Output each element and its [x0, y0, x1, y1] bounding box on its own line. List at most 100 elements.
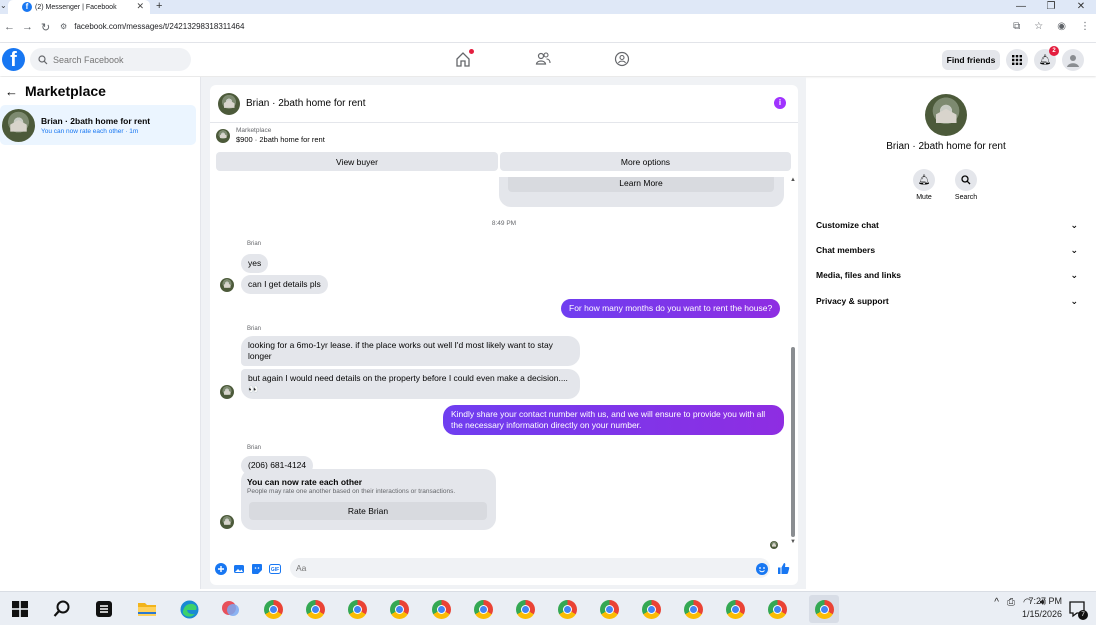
- more-options-button[interactable]: More options: [500, 152, 791, 171]
- conversation-name: Brian · 2bath home for rent: [41, 115, 151, 126]
- chat-scrollbar[interactable]: ▲ ▼: [790, 177, 796, 549]
- window-controls: — ❐ ✕: [1006, 0, 1096, 13]
- chrome-profile-taskbar-icon[interactable]: [389, 599, 409, 619]
- info-icon[interactable]: i: [774, 97, 786, 109]
- section-label: Media, files and links: [816, 270, 902, 280]
- friends-nav-icon[interactable]: [535, 51, 553, 67]
- gif-icon[interactable]: GIF: [268, 562, 281, 575]
- section-customize-chat[interactable]: Customize chat ⌄: [816, 217, 1078, 233]
- rating-title: You can now rate each other: [247, 477, 363, 487]
- listing-thumbnail: [216, 128, 230, 143]
- scroll-up-icon[interactable]: ▲: [790, 177, 796, 183]
- reload-icon[interactable]: ↻: [41, 21, 50, 34]
- account-avatar-button[interactable]: [1062, 49, 1084, 71]
- chrome-profile-taskbar-icon[interactable]: [431, 599, 451, 619]
- incoming-message: can I get details pls: [241, 275, 328, 294]
- chevron-down-icon: ⌄: [1070, 295, 1078, 306]
- new-tab-icon[interactable]: +: [156, 0, 162, 12]
- search-input[interactable]: [53, 54, 173, 65]
- photo-icon[interactable]: [232, 562, 245, 575]
- thumbs-up-icon[interactable]: [777, 562, 790, 575]
- section-privacy-support[interactable]: Privacy & support ⌄: [816, 293, 1078, 309]
- chrome-profile-taskbar-icon[interactable]: [515, 599, 535, 619]
- browser-menu-icon[interactable]: ⋮: [1080, 21, 1090, 32]
- minimize-icon[interactable]: —: [1006, 0, 1036, 13]
- chrome-profile-taskbar-icon[interactable]: [557, 599, 577, 619]
- find-friends-button[interactable]: Find friends: [942, 50, 1000, 70]
- chrome-profile-taskbar-icon[interactable]: [347, 599, 367, 619]
- chevron-down-icon: ⌄: [1070, 269, 1078, 280]
- home-nav-icon[interactable]: [455, 49, 474, 67]
- snipping-tool-icon[interactable]: [221, 599, 241, 619]
- section-media-files-links[interactable]: Media, files and links ⌄: [816, 267, 1078, 283]
- notifications-badge: 2: [1049, 46, 1059, 56]
- forward-arrow-icon[interactable]: →: [22, 21, 33, 33]
- chrome-profile-taskbar-icon[interactable]: [305, 599, 325, 619]
- sticker-icon[interactable]: [250, 562, 263, 575]
- chrome-profile-taskbar-icon[interactable]: [599, 599, 619, 619]
- scrollbar-thumb[interactable]: [791, 347, 795, 537]
- sender-name: Brian: [247, 241, 262, 247]
- bookmark-star-icon[interactable]: ☆: [1034, 21, 1043, 32]
- section-chat-members[interactable]: Chat members ⌄: [816, 242, 1078, 258]
- site-settings-icon[interactable]: ⚙: [60, 22, 72, 31]
- chevron-up-icon[interactable]: ^: [994, 597, 999, 608]
- groups-nav-icon[interactable]: [614, 51, 632, 67]
- sender-avatar[interactable]: [220, 385, 234, 399]
- chrome-profile-taskbar-icon[interactable]: [473, 599, 493, 619]
- view-buyer-button[interactable]: View buyer: [216, 152, 498, 171]
- chrome-profile-taskbar-icon[interactable]: [683, 599, 703, 619]
- learn-more-button[interactable]: Learn More: [508, 177, 774, 192]
- scroll-down-icon[interactable]: ▼: [790, 539, 796, 545]
- facebook-favicon-icon: f: [22, 2, 32, 12]
- mute-label: Mute: [916, 194, 932, 201]
- chrome-profile-taskbar-icon[interactable]: [641, 599, 661, 619]
- avatar-icon: [1067, 55, 1079, 67]
- back-arrow-icon[interactable]: ←: [5, 84, 18, 99]
- incoming-message: yes: [241, 254, 269, 273]
- chrome-active-taskbar-icon[interactable]: [809, 595, 839, 623]
- chrome-taskbar-icon[interactable]: [263, 599, 283, 619]
- section-label: Chat members: [816, 245, 876, 255]
- notification-center-icon[interactable]: 7: [1068, 600, 1088, 620]
- rate-brian-button[interactable]: Rate Brian: [249, 502, 487, 520]
- mute-button[interactable]: 🔔︎ Mute: [904, 169, 944, 201]
- url-field[interactable]: ⚙ facebook.com/messages/t/24213298318311…: [60, 22, 244, 31]
- windows-start-icon[interactable]: [10, 599, 30, 619]
- section-label: Customize chat: [816, 220, 879, 230]
- back-arrow-icon[interactable]: ←: [4, 21, 15, 33]
- search-icon[interactable]: [52, 599, 72, 619]
- windows-taskbar: ^ ⎙ ◠ 🔊︎ 7:27 PM 1/15/2026 7: [0, 591, 1096, 625]
- listing-summary[interactable]: Marketplace $900 · 2bath home for rent: [216, 127, 325, 144]
- plus-circle-icon[interactable]: [214, 562, 227, 575]
- menu-grid-button[interactable]: [1006, 49, 1028, 71]
- tab-list-chevron-icon[interactable]: ⌄: [0, 1, 7, 10]
- svg-text:GIF: GIF: [270, 567, 278, 573]
- install-app-icon[interactable]: ⧉: [1013, 21, 1020, 32]
- chat-title[interactable]: Brian · 2bath home for rent: [246, 98, 366, 109]
- sender-avatar[interactable]: [220, 278, 234, 292]
- file-explorer-icon[interactable]: [137, 599, 157, 619]
- task-view-icon[interactable]: [94, 599, 114, 619]
- chrome-profile-taskbar-icon[interactable]: [767, 599, 787, 619]
- message-timestamp: 8:49 PM: [491, 220, 517, 227]
- sidebar-title: Marketplace: [25, 83, 106, 99]
- browser-tab-messenger[interactable]: f (2) Messenger | Facebook ✕: [8, 0, 150, 14]
- system-clock[interactable]: 7:27 PM 1/15/2026: [1000, 595, 1062, 621]
- restore-icon[interactable]: ❐: [1036, 0, 1066, 13]
- conversation-item[interactable]: Brian · 2bath home for rent You can now …: [0, 105, 196, 145]
- edge-browser-icon[interactable]: [179, 599, 199, 619]
- search-conversation-button[interactable]: Search: [946, 169, 986, 201]
- notifications-button[interactable]: 🔔︎ 2: [1034, 46, 1059, 71]
- close-window-icon[interactable]: ✕: [1066, 0, 1096, 13]
- chat-header-avatar[interactable]: [218, 92, 240, 115]
- facebook-logo[interactable]: f: [2, 48, 25, 71]
- facebook-search-box[interactable]: [30, 48, 191, 71]
- sender-avatar[interactable]: [220, 515, 234, 529]
- message-input[interactable]: [290, 558, 770, 578]
- close-tab-icon[interactable]: ✕: [136, 1, 144, 12]
- profile-icon[interactable]: ◉: [1057, 21, 1066, 32]
- emoji-icon[interactable]: [755, 562, 768, 575]
- details-avatar[interactable]: [925, 94, 967, 136]
- chrome-profile-taskbar-icon[interactable]: [725, 599, 745, 619]
